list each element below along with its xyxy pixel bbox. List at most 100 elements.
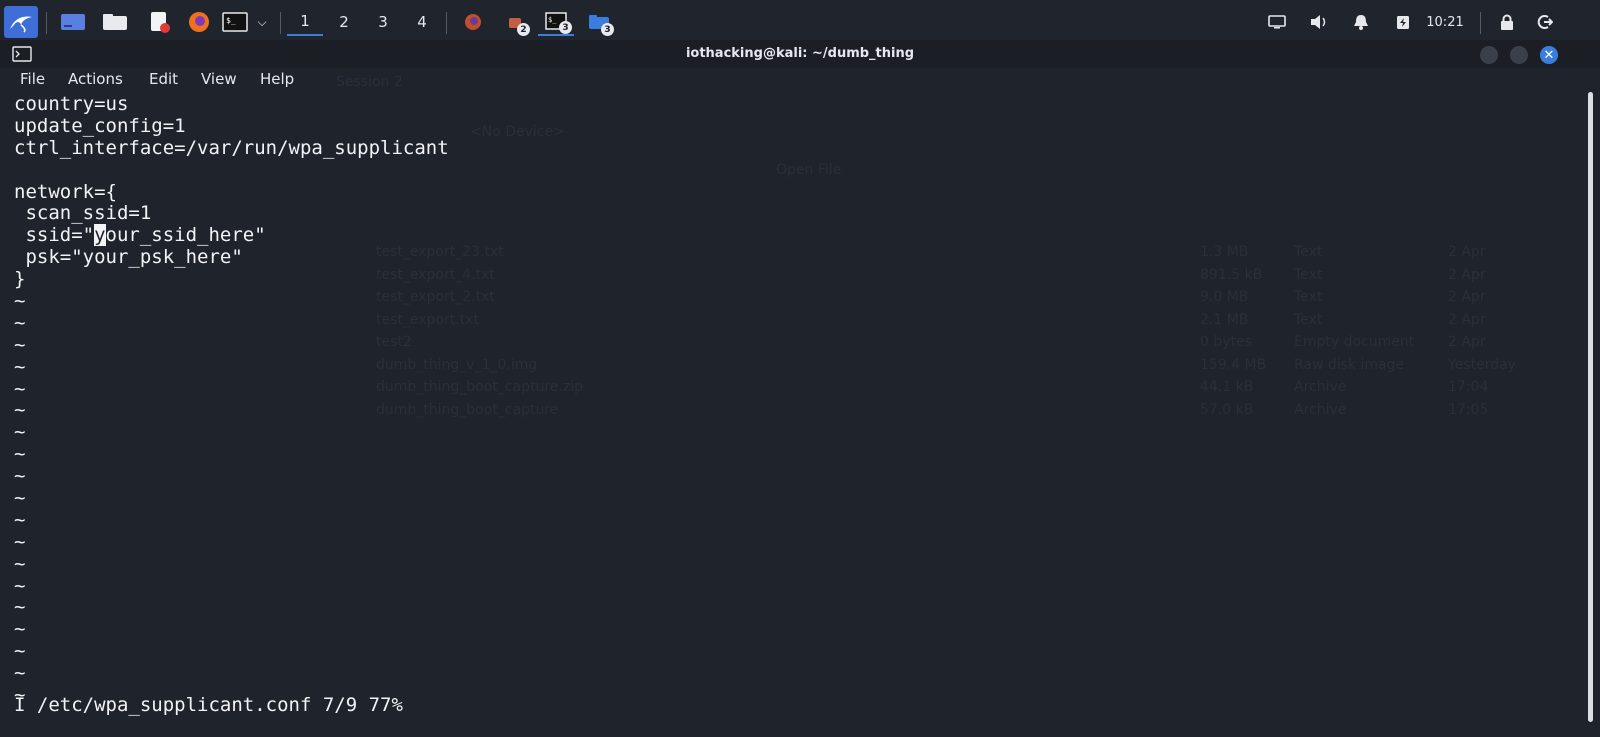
- empty-line-marker: ~: [14, 640, 26, 663]
- taskbar-file-manager-group[interactable]: 3: [582, 8, 616, 36]
- empty-line-marker: ~: [14, 618, 26, 641]
- empty-line-marker: ~: [14, 377, 26, 400]
- svg-text:$_: $_: [226, 16, 236, 25]
- ghost-file-type: Archive: [1294, 401, 1347, 418]
- volume-icon: [1311, 15, 1326, 29]
- lock-icon: [1501, 14, 1513, 30]
- launcher-dropdown[interactable]: ⌵: [252, 8, 272, 36]
- window-count-badge: 3: [601, 23, 614, 36]
- workspace-1[interactable]: 1: [287, 8, 323, 36]
- empty-line-marker: ~: [14, 465, 26, 488]
- editor-line-text: ssid=": [14, 224, 95, 247]
- workspace-4[interactable]: 4: [404, 8, 440, 36]
- text-editor-icon: [151, 12, 170, 33]
- svg-text:$_: $_: [548, 16, 557, 24]
- folder-icon: [103, 14, 127, 30]
- logout-button[interactable]: [1532, 8, 1558, 36]
- workspace-label: 4: [417, 13, 427, 31]
- monitor-icon: [1268, 15, 1286, 29]
- editor-line: ssid="your_ssid_here": [14, 224, 449, 247]
- editor-line: country=us: [14, 93, 129, 115]
- firefox-launcher[interactable]: [182, 8, 216, 36]
- ghost-file-type: Text: [1294, 244, 1323, 260]
- editor-line: update_config=1: [14, 114, 186, 137]
- taskbar-app-group-1[interactable]: 2: [498, 8, 532, 36]
- file-manager-launcher[interactable]: [98, 8, 132, 36]
- empty-line-marker: ~: [14, 508, 26, 531]
- firefox-icon: [189, 12, 209, 32]
- ghost-file-date: 17:04: [1448, 379, 1489, 395]
- power-status-button[interactable]: [1390, 8, 1416, 36]
- menu-help[interactable]: Help: [260, 70, 294, 88]
- maximize-button[interactable]: [1510, 46, 1528, 64]
- terminal-icon: $_: [222, 12, 248, 32]
- empty-line-marker: ~: [14, 355, 26, 378]
- ghost-tab-label: Session 2: [336, 74, 403, 90]
- close-button[interactable]: ✕: [1540, 46, 1558, 64]
- empty-line-marker: ~: [14, 530, 26, 553]
- clock-label: 10:21: [1426, 14, 1464, 30]
- menu-bar: File Actions Edit View Help: [0, 68, 1600, 92]
- ghost-file-date: 2 Apr: [1448, 244, 1486, 260]
- kali-dragon-icon: [10, 16, 32, 33]
- firefox-icon: [465, 14, 481, 30]
- ghost-file-type: Text: [1294, 266, 1323, 283]
- empty-line-marker: ~: [14, 662, 26, 685]
- workspace-label: 2: [339, 13, 349, 31]
- taskbar-firefox[interactable]: [456, 8, 490, 36]
- panel-separator: [46, 12, 47, 34]
- menu-actions[interactable]: Actions: [68, 70, 123, 88]
- ghost-file-date: Yesterday: [1448, 356, 1516, 373]
- clock[interactable]: 10:21: [1420, 8, 1470, 36]
- empty-line-marker: ~: [14, 290, 26, 313]
- minimize-button[interactable]: [1480, 46, 1498, 64]
- ghost-file-date: 2 Apr: [1448, 334, 1486, 350]
- ghost-file-size: 891.5 kB: [1200, 266, 1263, 283]
- editor-line: ctrl_interface=/var/run/wpa_supplicant: [14, 136, 449, 159]
- terminal-launcher[interactable]: $_: [220, 8, 250, 36]
- editor-line: scan_ssid=1: [14, 202, 152, 225]
- ghost-file-date: 2 Apr: [1448, 311, 1486, 328]
- menu-view[interactable]: View: [201, 70, 237, 88]
- logout-icon: [1537, 15, 1553, 29]
- show-desktop-button[interactable]: [56, 8, 90, 36]
- empty-line-marker: ~: [14, 399, 26, 422]
- notifications-button[interactable]: [1348, 8, 1374, 36]
- ghost-device-label: <No Device>: [470, 124, 565, 140]
- panel-separator: [1480, 12, 1481, 34]
- ghost-file-type: Archive: [1294, 379, 1347, 395]
- vim-status-line: I /etc/wpa_supplicant.conf 7/9 77%: [14, 694, 403, 716]
- workspace-3[interactable]: 3: [365, 8, 401, 36]
- window-titlebar[interactable]: iothacking@kali: ~/dumb_thing ✕: [0, 40, 1600, 68]
- empty-line-marker: ~: [14, 421, 26, 444]
- workspace-label: 3: [378, 13, 388, 31]
- ghost-file-size: 0 bytes: [1200, 334, 1252, 350]
- kali-menu-button[interactable]: [4, 6, 38, 38]
- workspace-label: 1: [300, 12, 310, 30]
- ghost-file-type: Raw disk image: [1294, 356, 1405, 373]
- editor-line: network={: [14, 180, 117, 203]
- window-count-badge: 3: [559, 21, 572, 34]
- bell-icon: [1354, 15, 1368, 30]
- panel-separator: [446, 12, 447, 34]
- window-title: iothacking@kali: ~/dumb_thing: [685, 46, 915, 61]
- lock-screen-button[interactable]: [1494, 8, 1520, 36]
- chevron-down-icon: ⌵: [257, 14, 267, 29]
- ghost-file-size: 9.0 MB: [1200, 289, 1249, 305]
- text-editor-launcher[interactable]: [142, 8, 176, 36]
- taskbar-terminal-group[interactable]: $_ 3: [538, 8, 574, 36]
- battery-charging-icon: [1397, 16, 1409, 29]
- vim-editor-buffer[interactable]: country=us update_config=1 ctrl_interface=…: [14, 93, 449, 706]
- workspace-2[interactable]: 2: [326, 8, 362, 36]
- empty-line-marker: ~: [14, 311, 26, 334]
- window-count-badge: 2: [517, 23, 530, 36]
- ghost-file-date: 17:05: [1448, 401, 1489, 418]
- terminal-scrollbar[interactable]: [1588, 92, 1593, 722]
- menu-file[interactable]: File: [20, 70, 45, 88]
- menu-edit[interactable]: Edit: [149, 70, 178, 88]
- volume-button[interactable]: [1306, 8, 1332, 36]
- display-settings-button[interactable]: [1264, 8, 1290, 36]
- ghost-file-date: 2 Apr: [1448, 266, 1486, 283]
- desktop-icon: [61, 14, 85, 30]
